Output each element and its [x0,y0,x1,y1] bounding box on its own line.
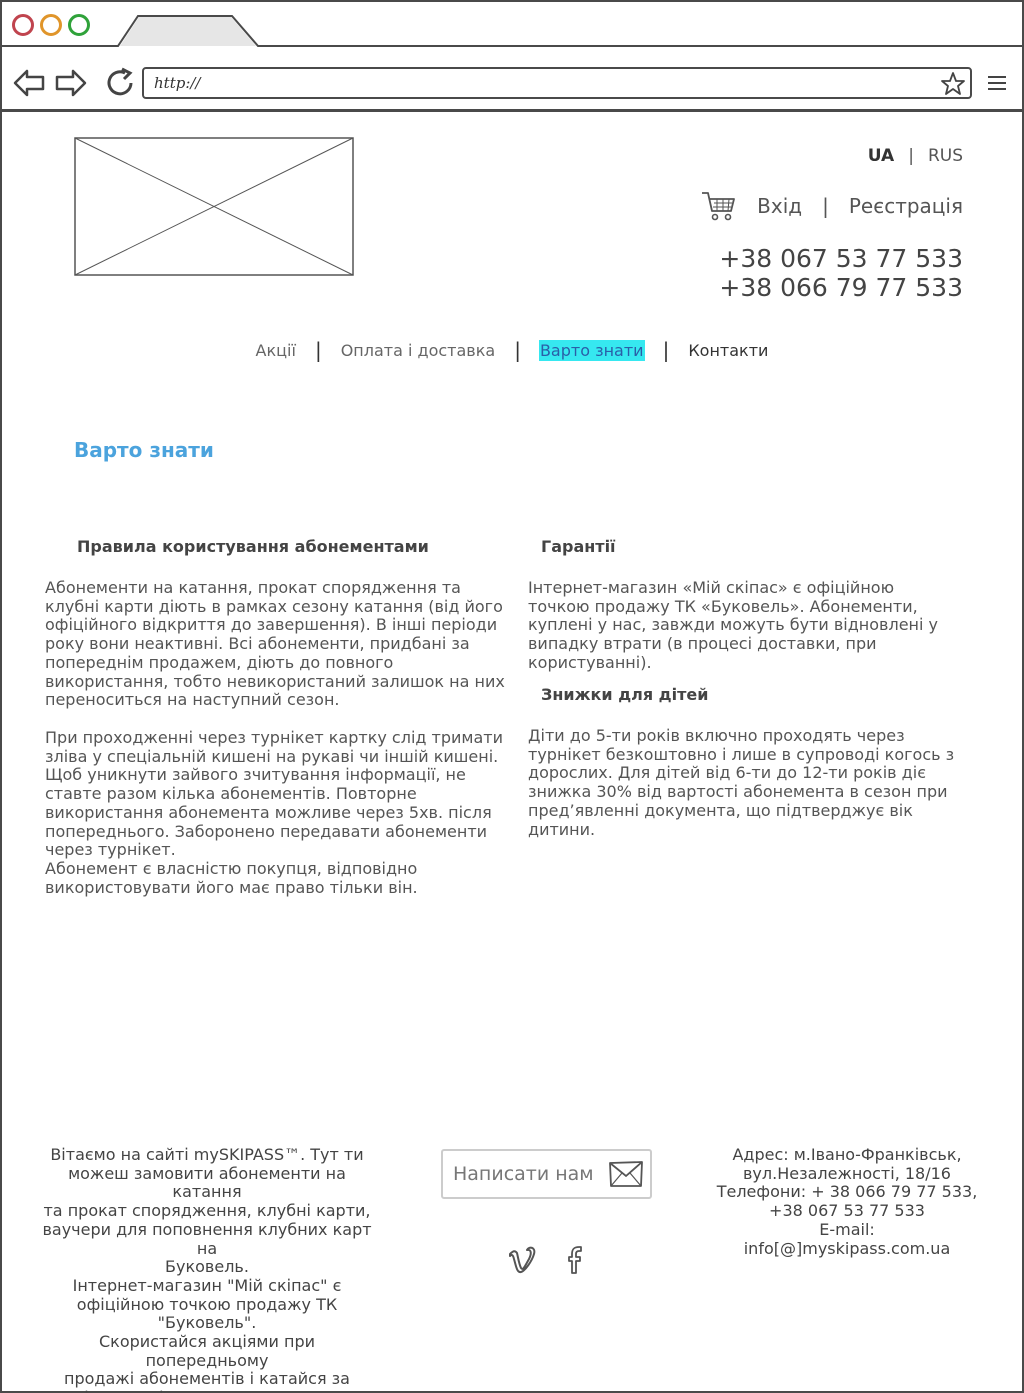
nav-separator: | [514,338,521,362]
lang-rus[interactable]: RUS [928,146,963,166]
kids-discount-paragraph: Діти до 5-ти років включно проходять чер… [528,726,955,839]
nav-item-worth-knowing[interactable]: Варто знати [538,339,645,361]
kids-discount-heading: Знижки для дітей [541,685,709,704]
reload-icon[interactable] [103,66,137,100]
browser-tab[interactable] [0,0,1024,50]
shopping-cart-icon[interactable] [701,190,737,222]
footer-about: Вітаємо на сайті mySKIPASS™. Тут ти може… [42,1145,372,1393]
rules-heading: Правила користування абонементами [77,537,429,556]
login-link[interactable]: Вхід [757,194,802,218]
guarantees-paragraph: Інтернет-магазин «Мій скіпас» є офіційно… [528,578,939,672]
auth-bar: Вхід | Реєстрація [701,190,963,222]
page-title: Варто знати [74,438,214,462]
phone-1[interactable]: +38 067 53 77 533 [719,244,963,273]
close-window-icon[interactable] [12,14,34,36]
rules-paragraph-3: Абонемент є власністю покупця, відповідн… [45,859,418,897]
phone-2[interactable]: +38 066 79 77 533 [719,273,963,302]
forward-arrow-icon[interactable] [54,66,88,100]
nav-item-payment-delivery[interactable]: Оплата і доставка [340,340,497,361]
facebook-icon[interactable] [560,1244,590,1276]
nav-item-promotions[interactable]: Акції [255,340,297,361]
minimize-window-icon[interactable] [40,14,62,36]
write-us-label: Написати нам [453,1163,594,1185]
nav-separator: | [314,338,322,362]
nav-separator: | [662,338,670,362]
bookmark-star-icon[interactable] [940,71,966,97]
chrome-divider [0,109,1024,112]
rules-paragraph-1: Абонементи на катання, прокат спорядженн… [45,578,505,710]
guarantees-heading: Гарантії [541,537,616,556]
register-link[interactable]: Реєстрація [849,194,963,218]
hamburger-menu-icon[interactable] [988,74,1008,92]
lang-ua[interactable]: UA [868,146,894,166]
browser-chrome: http:// [0,0,1024,112]
back-arrow-icon[interactable] [12,66,46,100]
main-nav: Акції | Оплата і доставка | Варто знати … [0,338,1024,362]
write-us-button[interactable]: Написати нам [441,1149,652,1199]
url-text: http:// [154,74,201,92]
address-bar[interactable]: http:// [142,67,972,99]
lang-separator: | [908,146,914,166]
nav-item-contacts[interactable]: Контакти [687,340,769,361]
auth-separator: | [822,194,829,218]
maximize-window-icon[interactable] [68,14,90,36]
envelope-icon [608,1161,643,1187]
phone-numbers: +38 067 53 77 533 +38 066 79 77 533 [719,244,963,302]
vimeo-icon[interactable] [507,1244,537,1276]
footer-contacts: Адрес: м.Івано-Франківськ, вул.Незалежно… [716,1145,978,1258]
rules-paragraph-2: При проходженні через турнікет картку сл… [45,728,504,860]
language-switcher: UA | RUS [868,146,963,166]
logo-placeholder[interactable] [74,137,354,276]
